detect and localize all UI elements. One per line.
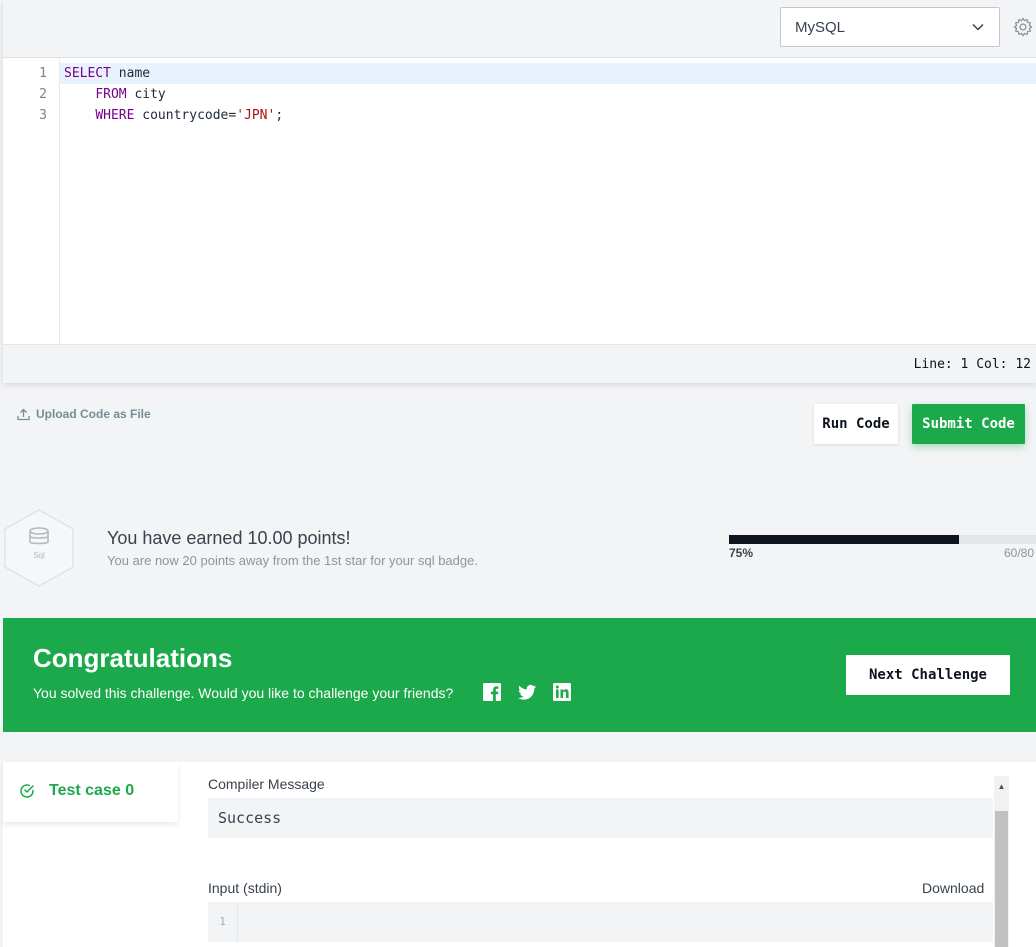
line-number: 1 (39, 66, 47, 81)
stdin-box: 1 (208, 902, 993, 942)
chevron-down-icon (972, 23, 984, 31)
congrats-message: You solved this challenge. Would you lik… (33, 685, 454, 701)
line-gutter: 1 2 3 (3, 58, 60, 344)
points-earned-text: You have earned 10.00 points! (107, 528, 351, 548)
editor-toolbar: MySQL (3, 0, 1036, 58)
sql-keyword: SELECT (64, 66, 111, 81)
sql-text: ; (275, 108, 284, 123)
stdin-line-number: 1 (208, 902, 238, 942)
sql-string: 'JPN' (236, 108, 276, 123)
upload-code-label: Upload Code as File (36, 407, 151, 421)
test-results-panel: Test case 0 Compiler Message Success Inp… (3, 762, 1036, 947)
test-case-label: Test case 0 (49, 782, 135, 799)
sql-keyword: FROM (95, 87, 127, 102)
badge-progress-fill (729, 535, 960, 544)
line-number: 2 (39, 87, 47, 102)
congrats-banner: Congratulations You solved this challeng… (3, 618, 1036, 732)
code-area[interactable]: 1 2 3 SELECT name FROM city WHERE countr… (3, 58, 1036, 344)
congrats-title: Congratulations (33, 643, 233, 673)
run-code-button[interactable]: Run Code (814, 404, 898, 444)
sql-badge: Sql (3, 508, 75, 588)
facebook-icon[interactable] (482, 682, 502, 702)
badge-progress-bar (729, 535, 1036, 544)
compiler-message-label: Compiler Message (208, 776, 325, 792)
sql-text: name (110, 66, 151, 81)
gear-icon[interactable] (1012, 16, 1034, 38)
editor-status-bar: Line: 1 Col: 12 (3, 344, 1036, 383)
code-line: SELECT name (64, 66, 150, 81)
twitter-icon[interactable] (517, 682, 537, 702)
tab-test-case-0[interactable]: Test case 0 (3, 762, 178, 822)
active-line-highlight (60, 63, 1036, 84)
submit-code-button[interactable]: Submit Code (912, 404, 1025, 444)
linkedin-icon[interactable] (552, 682, 572, 702)
stdin-label: Input (stdin) (208, 880, 282, 896)
language-select-value: MySQL (795, 18, 846, 36)
language-select[interactable]: MySQL (780, 7, 1000, 47)
scroll-thumb[interactable] (995, 811, 1008, 947)
points-sub-text: You are now 20 points away from the 1st … (107, 553, 478, 568)
progress-count: 60/80 (1004, 546, 1035, 560)
code-editor-panel: MySQL 1 2 3 SELECT name FROM city WHERE … (3, 0, 1036, 383)
upload-code-link[interactable]: Upload Code as File (17, 407, 151, 421)
sql-text: city (126, 87, 166, 102)
next-challenge-button[interactable]: Next Challenge (846, 655, 1010, 695)
download-link[interactable]: Download (922, 880, 984, 896)
badge-label: Sql (33, 551, 45, 560)
code-line: FROM city (64, 87, 166, 102)
upload-icon (17, 408, 30, 420)
progress-percent: 75% (729, 546, 754, 560)
sql-keyword: WHERE (95, 108, 135, 123)
check-circle-icon (20, 784, 34, 798)
line-number: 3 (39, 108, 47, 123)
code-line: WHERE countrycode='JPN'; (64, 108, 283, 123)
results-scrollbar[interactable]: ▲ (994, 776, 1009, 947)
compiler-message-value: Success (208, 798, 993, 838)
cursor-position: Line: 1 Col: 12 (913, 357, 1031, 372)
sql-text: countrycode= (134, 108, 237, 123)
scroll-up-arrow-icon[interactable]: ▲ (994, 776, 1009, 796)
